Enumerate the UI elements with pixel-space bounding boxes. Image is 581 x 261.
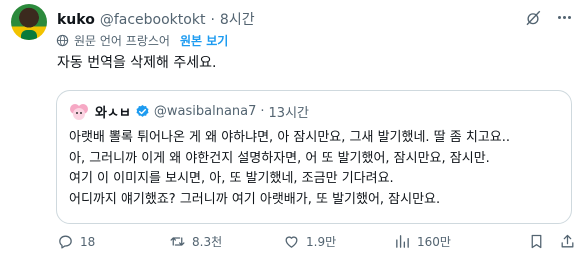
like-icon <box>285 236 298 248</box>
author-name[interactable]: kuko <box>57 12 95 28</box>
author-handle[interactable]: @facebooktokt <box>100 12 206 28</box>
more-icon[interactable] <box>558 16 571 19</box>
tweet-header: kuko @facebooktokt · 8시간 <box>57 9 255 29</box>
quoted-author-handle[interactable]: @wasibalnana7 <box>154 104 257 119</box>
like-count: 1.9만 <box>306 235 337 249</box>
views-count: 160만 <box>417 235 451 249</box>
bookmark-button[interactable] <box>528 233 545 250</box>
share-icon <box>561 234 574 248</box>
mute-icon[interactable] <box>524 9 542 27</box>
globe-icon <box>56 34 69 47</box>
tweet-time[interactable]: 8시간 <box>220 9 255 29</box>
retweet-button[interactable]: 8.3천 <box>169 233 222 250</box>
quoted-line: 아, 그러니까 이게 왜 야한건지 설명하자면, 어 또 발기했어, 잠시만요,… <box>69 150 490 166</box>
quoted-text: 아랫배 뽈록 튀어나온 게 왜 야하냐면, 아 잠시만요, 그새 발기했네. 딸… <box>69 128 510 210</box>
share-button[interactable] <box>559 233 576 250</box>
reply-icon <box>59 235 72 249</box>
quoted-tweet[interactable]: 와ㅅㅂ @wasibalnana7 · 13시간 아랫배 뽈록 튀어나온 게 왜… <box>56 90 572 224</box>
reply-count: 18 <box>80 234 96 249</box>
quoted-line: 어디까지 얘기했죠? 그러니까 여기 아랫배가, 또 발기했어, 잠시만요. <box>69 191 441 207</box>
action-bar: 18 8.3천 1.9만 160만 <box>56 233 576 253</box>
translation-label: 원문 언어 프랑스어 <box>74 34 170 48</box>
verified-icon <box>136 104 149 117</box>
like-button[interactable]: 1.9만 <box>283 233 336 250</box>
quoted-header: 와ㅅㅂ @wasibalnana7 · 13시간 <box>95 102 309 121</box>
reply-button[interactable]: 18 <box>57 233 95 250</box>
quoted-author-name[interactable]: 와ㅅㅂ <box>95 102 131 121</box>
quoted-author-avatar[interactable] <box>68 101 90 123</box>
bookmark-icon <box>531 234 542 249</box>
retweet-icon <box>170 237 185 246</box>
retweet-count: 8.3천 <box>192 235 223 249</box>
tweet-text: 자동 번역을 삭제해 주세요. <box>57 55 217 71</box>
views-icon <box>396 235 409 248</box>
show-original-link[interactable]: 원본 보기 <box>180 32 228 49</box>
separator-dot: · <box>210 12 215 28</box>
views-button[interactable]: 160만 <box>394 233 451 250</box>
separator-dot: · <box>260 104 265 119</box>
quoted-line: 여기 이 이미지를 보시면, 아, 또 발기했네, 조금만 기다려요. <box>69 171 394 186</box>
quoted-time[interactable]: 13시간 <box>269 102 309 121</box>
author-avatar[interactable] <box>11 4 47 40</box>
translation-row: 원문 언어 프랑스어 원본 보기 <box>56 32 228 49</box>
quoted-line: 아랫배 뽈록 튀어나온 게 왜 야하냐면, 아 잠시만요, 그새 발기했네. 딸… <box>69 130 511 145</box>
